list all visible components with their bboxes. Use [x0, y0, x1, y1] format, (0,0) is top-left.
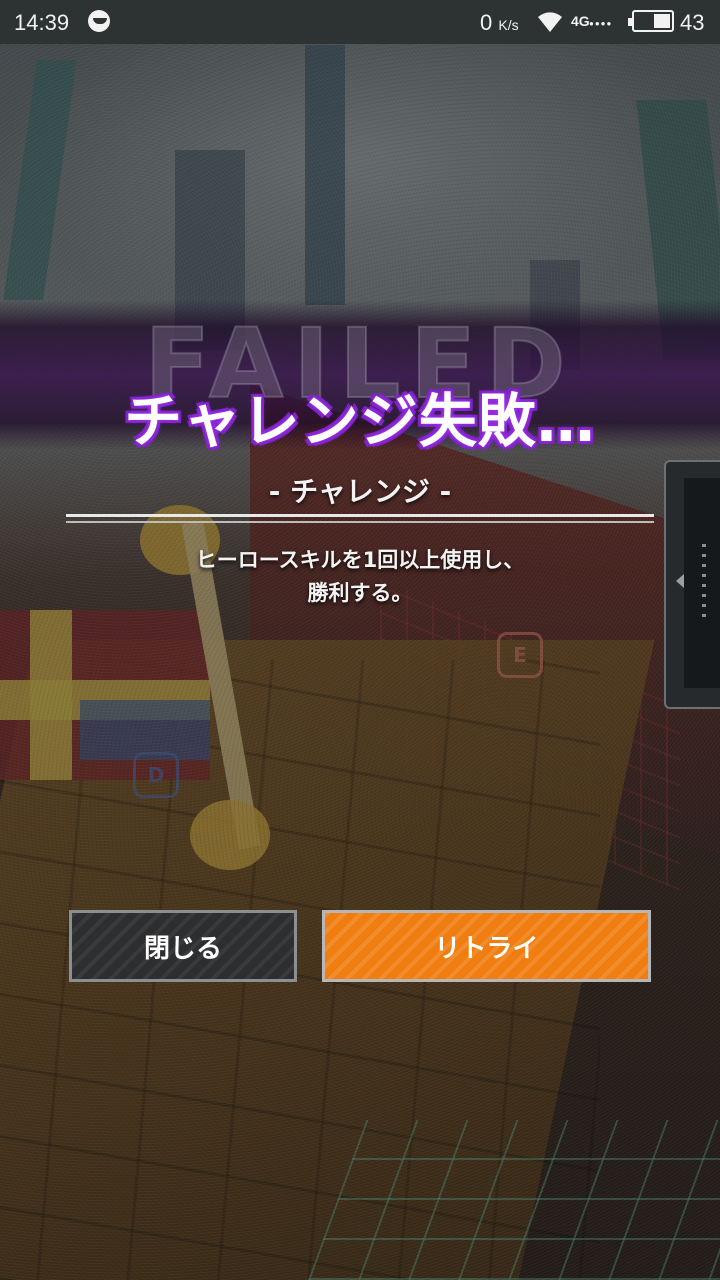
close-button[interactable]: 閉じる	[69, 910, 297, 982]
network-speed-value: 0	[480, 10, 493, 35]
divider	[66, 514, 654, 517]
game-scene-background: E D	[0, 0, 720, 1280]
wifi-icon	[538, 12, 562, 32]
challenge-failed-title: チャレンジ失敗…	[124, 387, 596, 455]
divider	[66, 521, 654, 523]
challenge-subtitle: - チャレンジ -	[268, 475, 452, 508]
network-speed-unit: K/s	[498, 17, 519, 33]
network-type-label: 4G	[571, 13, 590, 29]
challenge-description-line: ヒーロースキルを1回以上使用し、	[195, 548, 525, 572]
battery-icon	[628, 10, 674, 32]
notification-app-icon	[88, 10, 110, 32]
status-bar: 14:39 0 K/s 4G ●●●● 43	[0, 0, 720, 44]
challenge-description: ヒーロースキルを1回以上使用し、 勝利する。	[0, 544, 720, 610]
battery-percent: 43	[680, 10, 705, 35]
retry-button[interactable]: リトライ	[322, 910, 651, 982]
status-time: 14:39	[14, 10, 70, 35]
signal-strength-icon: ●●●●	[589, 19, 613, 28]
challenge-description-line: 勝利する。	[307, 581, 413, 605]
close-button-label: 閉じる	[143, 933, 222, 964]
battery-level-fill	[653, 14, 670, 28]
retry-button-label: リトライ	[434, 933, 539, 964]
dim-overlay	[0, 0, 720, 1280]
network-speed: 0 K/s	[480, 10, 519, 36]
